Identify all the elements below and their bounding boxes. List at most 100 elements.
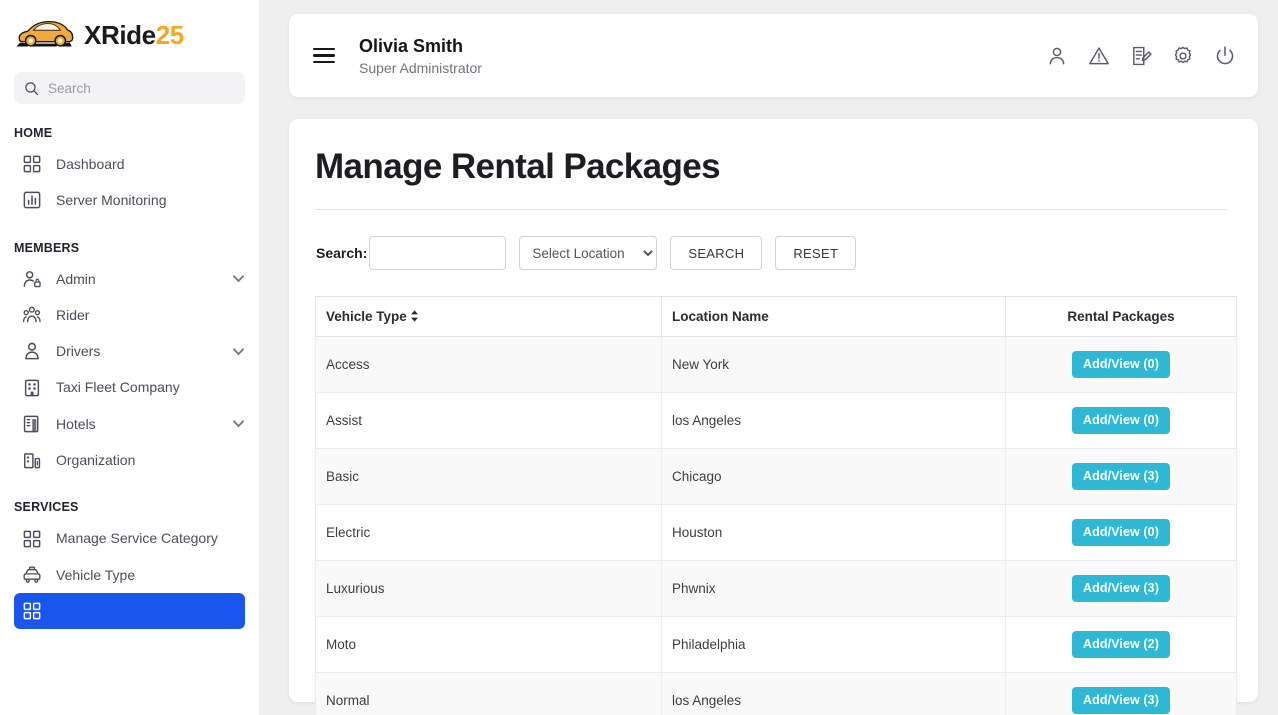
- car-icon: [16, 20, 74, 47]
- sidebar: XRide25 Search HOME Dashboard Server Monit…: [0, 0, 259, 715]
- brand-name-accent: 25: [155, 19, 185, 50]
- cell-rental-packages: Add/View (3): [1005, 448, 1237, 505]
- brand-logo[interactable]: XRide25: [0, 0, 259, 66]
- main-area: Olivia Smith Super Administrator Manage …: [259, 0, 1278, 715]
- sidebar-item-label: Rider: [56, 306, 90, 323]
- add-view-button[interactable]: Add/View (0): [1072, 407, 1170, 434]
- sidebar-section-title: SERVICES: [14, 500, 79, 515]
- column-header-location-name[interactable]: Location Name: [661, 296, 1006, 337]
- building-grid-icon: [24, 379, 40, 396]
- content-card: Manage Rental Packages Search: Select Lo…: [289, 119, 1258, 715]
- table-row: Assist los Angeles Add/View (0): [315, 392, 1237, 449]
- add-view-button[interactable]: Add/View (3): [1072, 463, 1170, 490]
- brand-name: XRide25: [84, 20, 184, 51]
- cell-vehicle-type: Normal: [315, 672, 662, 715]
- cell-location-name: los Angeles: [661, 672, 1006, 715]
- sort-updown-icon[interactable]: [410, 310, 419, 322]
- chevron-down-icon[interactable]: [232, 417, 245, 430]
- grid-icon: [23, 602, 41, 620]
- column-header-rental-packages[interactable]: Rental Packages: [1005, 296, 1237, 337]
- sidebar-item-drivers[interactable]: Drivers: [0, 333, 259, 369]
- hamburger-icon[interactable]: [313, 44, 335, 68]
- user-name: Olivia Smith: [359, 35, 464, 56]
- cell-rental-packages: Add/View (0): [1005, 392, 1237, 449]
- table-row: Normal los Angeles Add/View (3): [315, 672, 1237, 715]
- cell-location-name: Houston: [661, 504, 1006, 561]
- sidebar-item-label: Dashboard: [56, 156, 125, 172]
- search-input[interactable]: [369, 236, 507, 270]
- organization-icon: [24, 453, 41, 469]
- chart-bar-icon: [23, 192, 41, 209]
- user-lock-icon: [23, 270, 41, 287]
- chevron-down-icon[interactable]: [232, 272, 245, 285]
- sidebar-item-rider[interactable]: Rider: [0, 297, 259, 333]
- add-view-button[interactable]: Add/View (0): [1072, 351, 1170, 378]
- document-edit-icon[interactable]: [1130, 45, 1152, 67]
- sidebar-item-item[interactable]: [14, 592, 245, 629]
- cell-location-name: Philadelphia: [661, 616, 1006, 673]
- user-icon: [25, 343, 39, 360]
- table-header-row: Vehicle Type Location Name Rental Packag…: [315, 296, 1237, 337]
- user-icon[interactable]: [1046, 45, 1068, 67]
- sidebar-item-label: Taxi Fleet Company: [56, 379, 180, 396]
- sidebar-search[interactable]: Search: [14, 72, 245, 104]
- sidebar-item-taxi-fleet-company[interactable]: Taxi Fleet Company: [0, 369, 259, 405]
- grid-icon: [23, 530, 41, 547]
- cell-rental-packages: Add/View (0): [1005, 336, 1237, 393]
- sidebar-search-placeholder: Search: [48, 80, 91, 96]
- page-title: Manage Rental Packages: [315, 147, 1228, 210]
- search-button[interactable]: SEARCH: [670, 236, 763, 270]
- hotel-icon: [23, 415, 39, 433]
- power-icon[interactable]: [1214, 45, 1236, 67]
- sidebar-item-dashboard[interactable]: Dashboard: [0, 146, 259, 182]
- cell-rental-packages: Add/View (3): [1005, 672, 1237, 715]
- cell-vehicle-type: Electric: [315, 504, 662, 561]
- table-row: Electric Houston Add/View (0): [315, 504, 1237, 561]
- sidebar-item-hotels[interactable]: Hotels: [0, 406, 259, 442]
- sidebar-item-organization[interactable]: Organization: [0, 442, 259, 478]
- cell-rental-packages: Add/View (0): [1005, 504, 1237, 561]
- sidebar-item-server-monitoring[interactable]: Server Monitoring: [0, 182, 259, 218]
- sidebar-item-label: Hotels: [56, 415, 96, 432]
- chevron-down-icon[interactable]: [232, 345, 245, 358]
- add-view-button[interactable]: Add/View (0): [1072, 519, 1170, 546]
- column-header-vehicle-type[interactable]: Vehicle Type: [315, 296, 662, 337]
- cell-location-name: Chicago: [661, 448, 1006, 505]
- cell-location-name: los Angeles: [661, 392, 1006, 449]
- table-row: Basic Chicago Add/View (3): [315, 448, 1237, 505]
- sidebar-item-label: Vehicle Type: [56, 566, 136, 583]
- topbar: Olivia Smith Super Administrator: [289, 14, 1258, 97]
- brand-name-main: XRide: [84, 19, 156, 50]
- cell-vehicle-type: Luxurious: [315, 560, 662, 617]
- sidebar-nav: HOME Dashboard Server Monitoring MEMBERS Adm…: [0, 104, 259, 629]
- sidebar-item-label: Drivers: [56, 343, 101, 360]
- table-body: Access New York Add/View (0) Assist los Ange…: [315, 336, 1237, 715]
- table-row: Moto Philadelphia Add/View (2): [315, 616, 1237, 673]
- sidebar-item-manage-service-category[interactable]: Manage Service Category: [0, 520, 259, 556]
- sidebar-item-label: Server Monitoring: [56, 192, 167, 209]
- sidebar-item-label: Manage Service Category: [56, 530, 218, 547]
- cell-vehicle-type: Moto: [315, 616, 662, 673]
- gear-icon[interactable]: [1172, 45, 1194, 67]
- cell-location-name: Phwnix: [661, 560, 1006, 617]
- warning-triangle-icon[interactable]: [1088, 45, 1110, 67]
- cell-vehicle-type: Access: [315, 336, 662, 393]
- user-role: Super Administrator: [359, 59, 482, 76]
- add-view-button[interactable]: Add/View (2): [1072, 631, 1170, 658]
- sidebar-item-vehicle-type[interactable]: Vehicle Type: [0, 557, 259, 593]
- cell-vehicle-type: Assist: [315, 392, 662, 449]
- users-group-icon: [22, 306, 41, 323]
- sidebar-item-label: Organization: [56, 452, 136, 469]
- cell-rental-packages: Add/View (2): [1005, 616, 1237, 673]
- search-icon: [25, 81, 39, 95]
- add-view-button[interactable]: Add/View (3): [1072, 575, 1170, 602]
- table-row: Luxurious Phwnix Add/View (3): [315, 560, 1237, 617]
- taxi-icon: [23, 566, 41, 583]
- sidebar-item-admin[interactable]: Admin: [0, 261, 259, 297]
- topbar-icons: [1046, 45, 1236, 67]
- reset-button[interactable]: RESET: [775, 236, 857, 270]
- location-select[interactable]: Select Location: [519, 236, 658, 270]
- search-label: Search:: [316, 245, 368, 261]
- sidebar-item-label: Admin: [56, 270, 96, 287]
- add-view-button[interactable]: Add/View (3): [1072, 687, 1170, 714]
